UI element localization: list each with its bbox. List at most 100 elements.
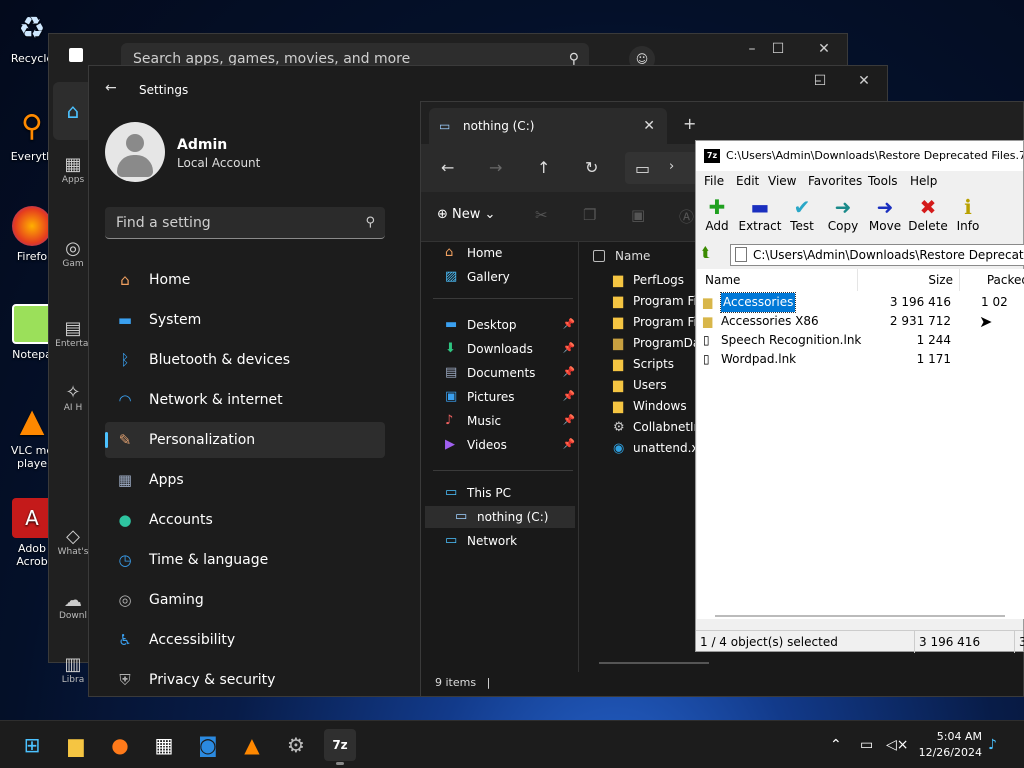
store-nav-library[interactable]: ▥ Libra xyxy=(53,654,93,685)
list-item[interactable]: ▆ Users xyxy=(613,375,667,396)
nav-documents[interactable]: ▤ Documents 📌 xyxy=(445,362,575,384)
list-item[interactable]: ▆ Scripts xyxy=(613,354,674,375)
list-item[interactable]: ▆ Program Files xyxy=(613,291,701,312)
table-row[interactable]: ▆ Accessories 3 196 416 1 02 xyxy=(701,292,1021,313)
settings-nav-bluetooth[interactable]: ᛒ Bluetooth & devices xyxy=(105,342,385,378)
paste-icon[interactable]: ▣ xyxy=(631,206,645,224)
menu-help[interactable]: Help xyxy=(910,171,937,191)
address-input[interactable]: C:\Users\Admin\Downloads\Restore Depreca… xyxy=(730,244,1024,266)
menu-tools[interactable]: Tools xyxy=(868,171,898,191)
nav-gallery[interactable]: ▨ Gallery xyxy=(445,266,575,288)
nav-this-pc[interactable]: ▭ This PC xyxy=(445,482,575,504)
column-header-name[interactable]: Name xyxy=(705,269,740,291)
nav-videos[interactable]: ▶ Videos 📌 xyxy=(445,434,575,456)
horizontal-scrollbar[interactable] xyxy=(599,662,709,664)
start-icon[interactable]: ⊞ xyxy=(16,729,48,761)
menu-edit[interactable]: Edit xyxy=(736,171,759,191)
pin-icon[interactable]: 📌 xyxy=(563,386,575,408)
rename-icon[interactable]: Ⓐ xyxy=(679,206,694,227)
up-arrow-icon[interactable]: ↑ xyxy=(537,158,550,177)
column-header-size[interactable]: Size xyxy=(857,269,953,291)
volume-muted-icon[interactable]: ◁× xyxy=(886,721,909,768)
find-setting-input[interactable]: Find a setting ⚲ xyxy=(105,207,385,239)
clock[interactable]: 5:04 AM 12/26/2024 xyxy=(912,729,982,761)
pin-icon[interactable]: 📌 xyxy=(563,410,575,432)
delete-button[interactable]: ✖ Delete xyxy=(906,195,950,233)
forward-arrow-icon[interactable]: → xyxy=(489,158,502,177)
add-button[interactable]: ✚ Add xyxy=(697,195,737,233)
store-nav-downloads[interactable]: ☁ Downl xyxy=(53,590,93,621)
table-row[interactable]: ▯ Wordpad.lnk 1 171 xyxy=(701,350,1021,369)
move-button[interactable]: ➜ Move xyxy=(864,195,906,233)
settings-nav-time-language[interactable]: ◷ Time & language xyxy=(105,542,385,578)
display-icon[interactable]: ▭ xyxy=(860,721,873,768)
nav-downloads[interactable]: ⬇ Downloads 📌 xyxy=(445,338,575,360)
list-item[interactable]: ▆ Windows xyxy=(613,396,687,417)
nav-drive-c[interactable]: ▭ nothing (C:) xyxy=(425,506,575,528)
nav-music[interactable]: ♪ Music 📌 xyxy=(445,410,575,432)
settings-nav-network[interactable]: ◠ Network & internet xyxy=(105,382,385,418)
settings-nav-personalization[interactable]: ✎ Personalization xyxy=(105,422,385,458)
store-nav-apps[interactable]: ▦ Apps xyxy=(53,154,93,185)
select-all-checkbox[interactable] xyxy=(593,250,605,262)
list-item[interactable]: ▆ ProgramData xyxy=(613,333,701,354)
settings-nav-privacy[interactable]: ⛨ Privacy & security xyxy=(105,662,385,698)
folder-up-icon[interactable]: ⮬ xyxy=(702,245,710,261)
new-tab-button[interactable]: + xyxy=(683,114,696,133)
refresh-icon[interactable]: ↻ xyxy=(585,158,598,177)
chevron-up-icon[interactable]: ⌃ xyxy=(830,721,842,768)
nav-desktop[interactable]: ▬ Desktop 📌 xyxy=(445,314,575,336)
settings-gear-icon[interactable]: ⚙ xyxy=(280,729,312,761)
menu-file[interactable]: File xyxy=(704,171,724,191)
settings-nav-system[interactable]: ▬ System xyxy=(105,302,385,338)
info-button[interactable]: ℹ Info xyxy=(948,195,988,233)
tab-nothing-c[interactable]: ▭ nothing (C:) ✕ xyxy=(429,108,667,144)
extract-button[interactable]: ▬ Extract xyxy=(738,195,782,233)
maximize-button[interactable]: ☐ xyxy=(797,66,843,96)
menu-view[interactable]: View xyxy=(768,171,796,191)
store-nav-entertainment[interactable]: ▤ Entertai xyxy=(53,318,93,349)
close-tab-icon[interactable]: ✕ xyxy=(643,108,655,144)
settings-nav-accessibility[interactable]: ♿ Accessibility xyxy=(105,622,385,658)
maximize-button[interactable]: ☐ xyxy=(755,34,801,64)
pin-icon[interactable]: 📌 xyxy=(563,434,575,456)
store-nav-gaming[interactable]: ◎ Gam xyxy=(53,238,93,269)
close-button[interactable]: ✕ xyxy=(801,34,847,64)
list-item[interactable]: ▆ Program Files (x86) xyxy=(613,312,701,333)
nav-home[interactable]: ⌂ Home xyxy=(445,242,575,264)
settings-nav-accounts[interactable]: ● Accounts xyxy=(105,502,385,538)
table-row[interactable]: ▯ Speech Recognition.lnk 1 244 xyxy=(701,331,1021,350)
list-item[interactable]: ⚙ CollabnetInstall xyxy=(613,417,701,438)
outlook-icon[interactable]: ◙ xyxy=(192,729,224,761)
nav-network[interactable]: ▭ Network xyxy=(445,530,575,552)
copy-icon[interactable]: ❐ xyxy=(583,206,596,224)
store-nav-home[interactable]: ⌂ xyxy=(53,82,93,140)
store-icon[interactable]: ▦ xyxy=(148,729,180,761)
settings-nav-apps[interactable]: ▦ Apps xyxy=(105,462,385,498)
settings-nav-home[interactable]: ⌂ Home xyxy=(105,262,385,298)
list-item[interactable]: ▆ PerfLogs xyxy=(613,270,684,291)
cut-icon[interactable]: ✂ xyxy=(535,206,548,224)
store-nav-whats-new[interactable]: ◇ What's xyxy=(53,526,93,557)
menu-favorites[interactable]: Favorites xyxy=(808,171,862,191)
address-bar[interactable]: ▭ › xyxy=(625,152,705,184)
firefox-icon[interactable]: ● xyxy=(104,729,136,761)
nav-pictures[interactable]: ▣ Pictures 📌 xyxy=(445,386,575,408)
vlc-icon[interactable]: ▲ xyxy=(236,729,268,761)
copy-button[interactable]: ➜ Copy xyxy=(822,195,864,233)
back-arrow-icon[interactable]: ← xyxy=(105,80,117,96)
horizontal-scrollbar[interactable] xyxy=(715,615,1005,617)
close-button[interactable]: ✕ xyxy=(841,66,887,96)
store-nav-ai-hub[interactable]: ✧ AI H xyxy=(53,382,93,413)
pin-icon[interactable]: 📌 xyxy=(563,362,575,384)
7zip-icon[interactable]: 7z xyxy=(324,729,356,765)
avatar[interactable] xyxy=(105,122,165,182)
pin-icon[interactable]: 📌 xyxy=(563,338,575,360)
column-header-name[interactable]: Name xyxy=(593,242,650,270)
file-explorer-icon[interactable]: ▆ xyxy=(60,729,92,761)
back-arrow-icon[interactable]: ← xyxy=(441,158,454,177)
new-button[interactable]: ⊕ New ⌄ xyxy=(437,207,495,222)
column-header-packed[interactable]: Packed xyxy=(959,269,1024,291)
notification-bell-icon[interactable]: ♪ xyxy=(988,721,997,768)
list-item[interactable]: ◉ unattend.xml xyxy=(613,438,701,459)
